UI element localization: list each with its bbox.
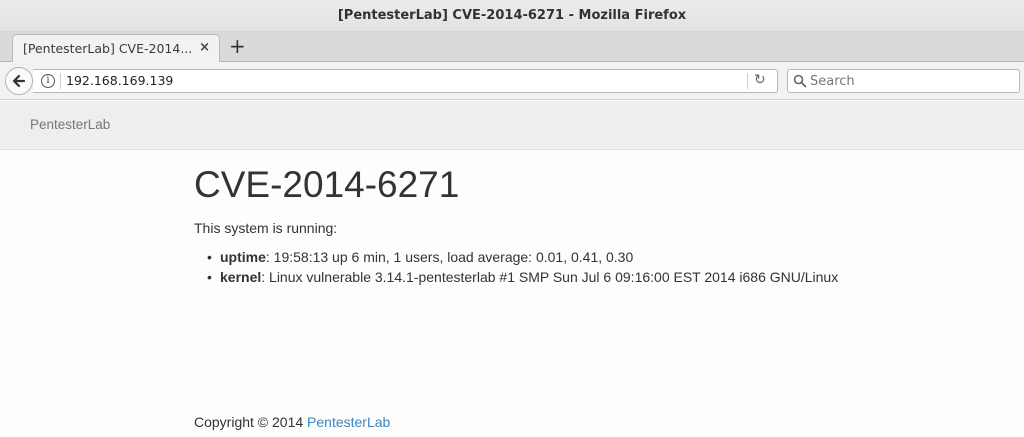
url-bar[interactable]: i 192.168.169.139 ↻ xyxy=(33,69,778,93)
search-icon xyxy=(793,74,807,88)
window-titlebar: [PentesterLab] CVE-2014-6271 - Mozilla F… xyxy=(0,0,1024,32)
tab-active[interactable]: [PentesterLab] CVE-2014... × xyxy=(12,34,220,63)
search-bar[interactable] xyxy=(787,69,1020,93)
window-title: [PentesterLab] CVE-2014-6271 - Mozilla F… xyxy=(337,8,687,23)
intro-text: This system is running: xyxy=(194,220,338,236)
info-key: kernel xyxy=(220,268,262,285)
copyright-text: Copyright © 2014 xyxy=(194,414,308,430)
new-tab-button[interactable]: + xyxy=(229,35,246,57)
page-title: CVE-2014-6271 xyxy=(194,164,460,205)
tab-strip: [PentesterLab] CVE-2014... × + xyxy=(0,32,1024,63)
back-arrow-icon xyxy=(12,74,26,88)
info-value: : 19:58:13 up 6 min, 1 users, load avera… xyxy=(265,249,634,265)
info-icon[interactable]: i xyxy=(41,74,55,88)
back-button[interactable] xyxy=(5,67,33,95)
site-header: PentesterLab xyxy=(0,101,1024,150)
reload-icon[interactable]: ↻ xyxy=(754,72,766,88)
url-text[interactable]: 192.168.169.139 xyxy=(66,73,173,88)
footer: Copyright © 2014 PentesterLab xyxy=(194,414,390,430)
list-item: uptime: 19:58:13 up 6 min, 1 users, load… xyxy=(207,249,838,269)
brand-link[interactable]: PentesterLab xyxy=(30,117,110,132)
close-icon[interactable]: × xyxy=(199,40,210,55)
footer-link[interactable]: PentesterLab xyxy=(307,414,390,430)
list-item: kernel: Linux vulnerable 3.14.1-penteste… xyxy=(207,268,839,289)
url-separator xyxy=(60,73,61,89)
info-value: : Linux vulnerable 3.14.1-pentesterlab #… xyxy=(261,268,839,285)
info-key: uptime xyxy=(220,249,266,265)
navigation-bar: i 192.168.169.139 ↻ xyxy=(0,62,1024,100)
system-info-list: uptime: 19:58:13 up 6 min, 1 users, load… xyxy=(207,249,839,289)
reload-separator xyxy=(747,73,748,89)
search-input[interactable] xyxy=(810,72,1010,90)
tab-label: [PentesterLab] CVE-2014... xyxy=(23,41,193,56)
